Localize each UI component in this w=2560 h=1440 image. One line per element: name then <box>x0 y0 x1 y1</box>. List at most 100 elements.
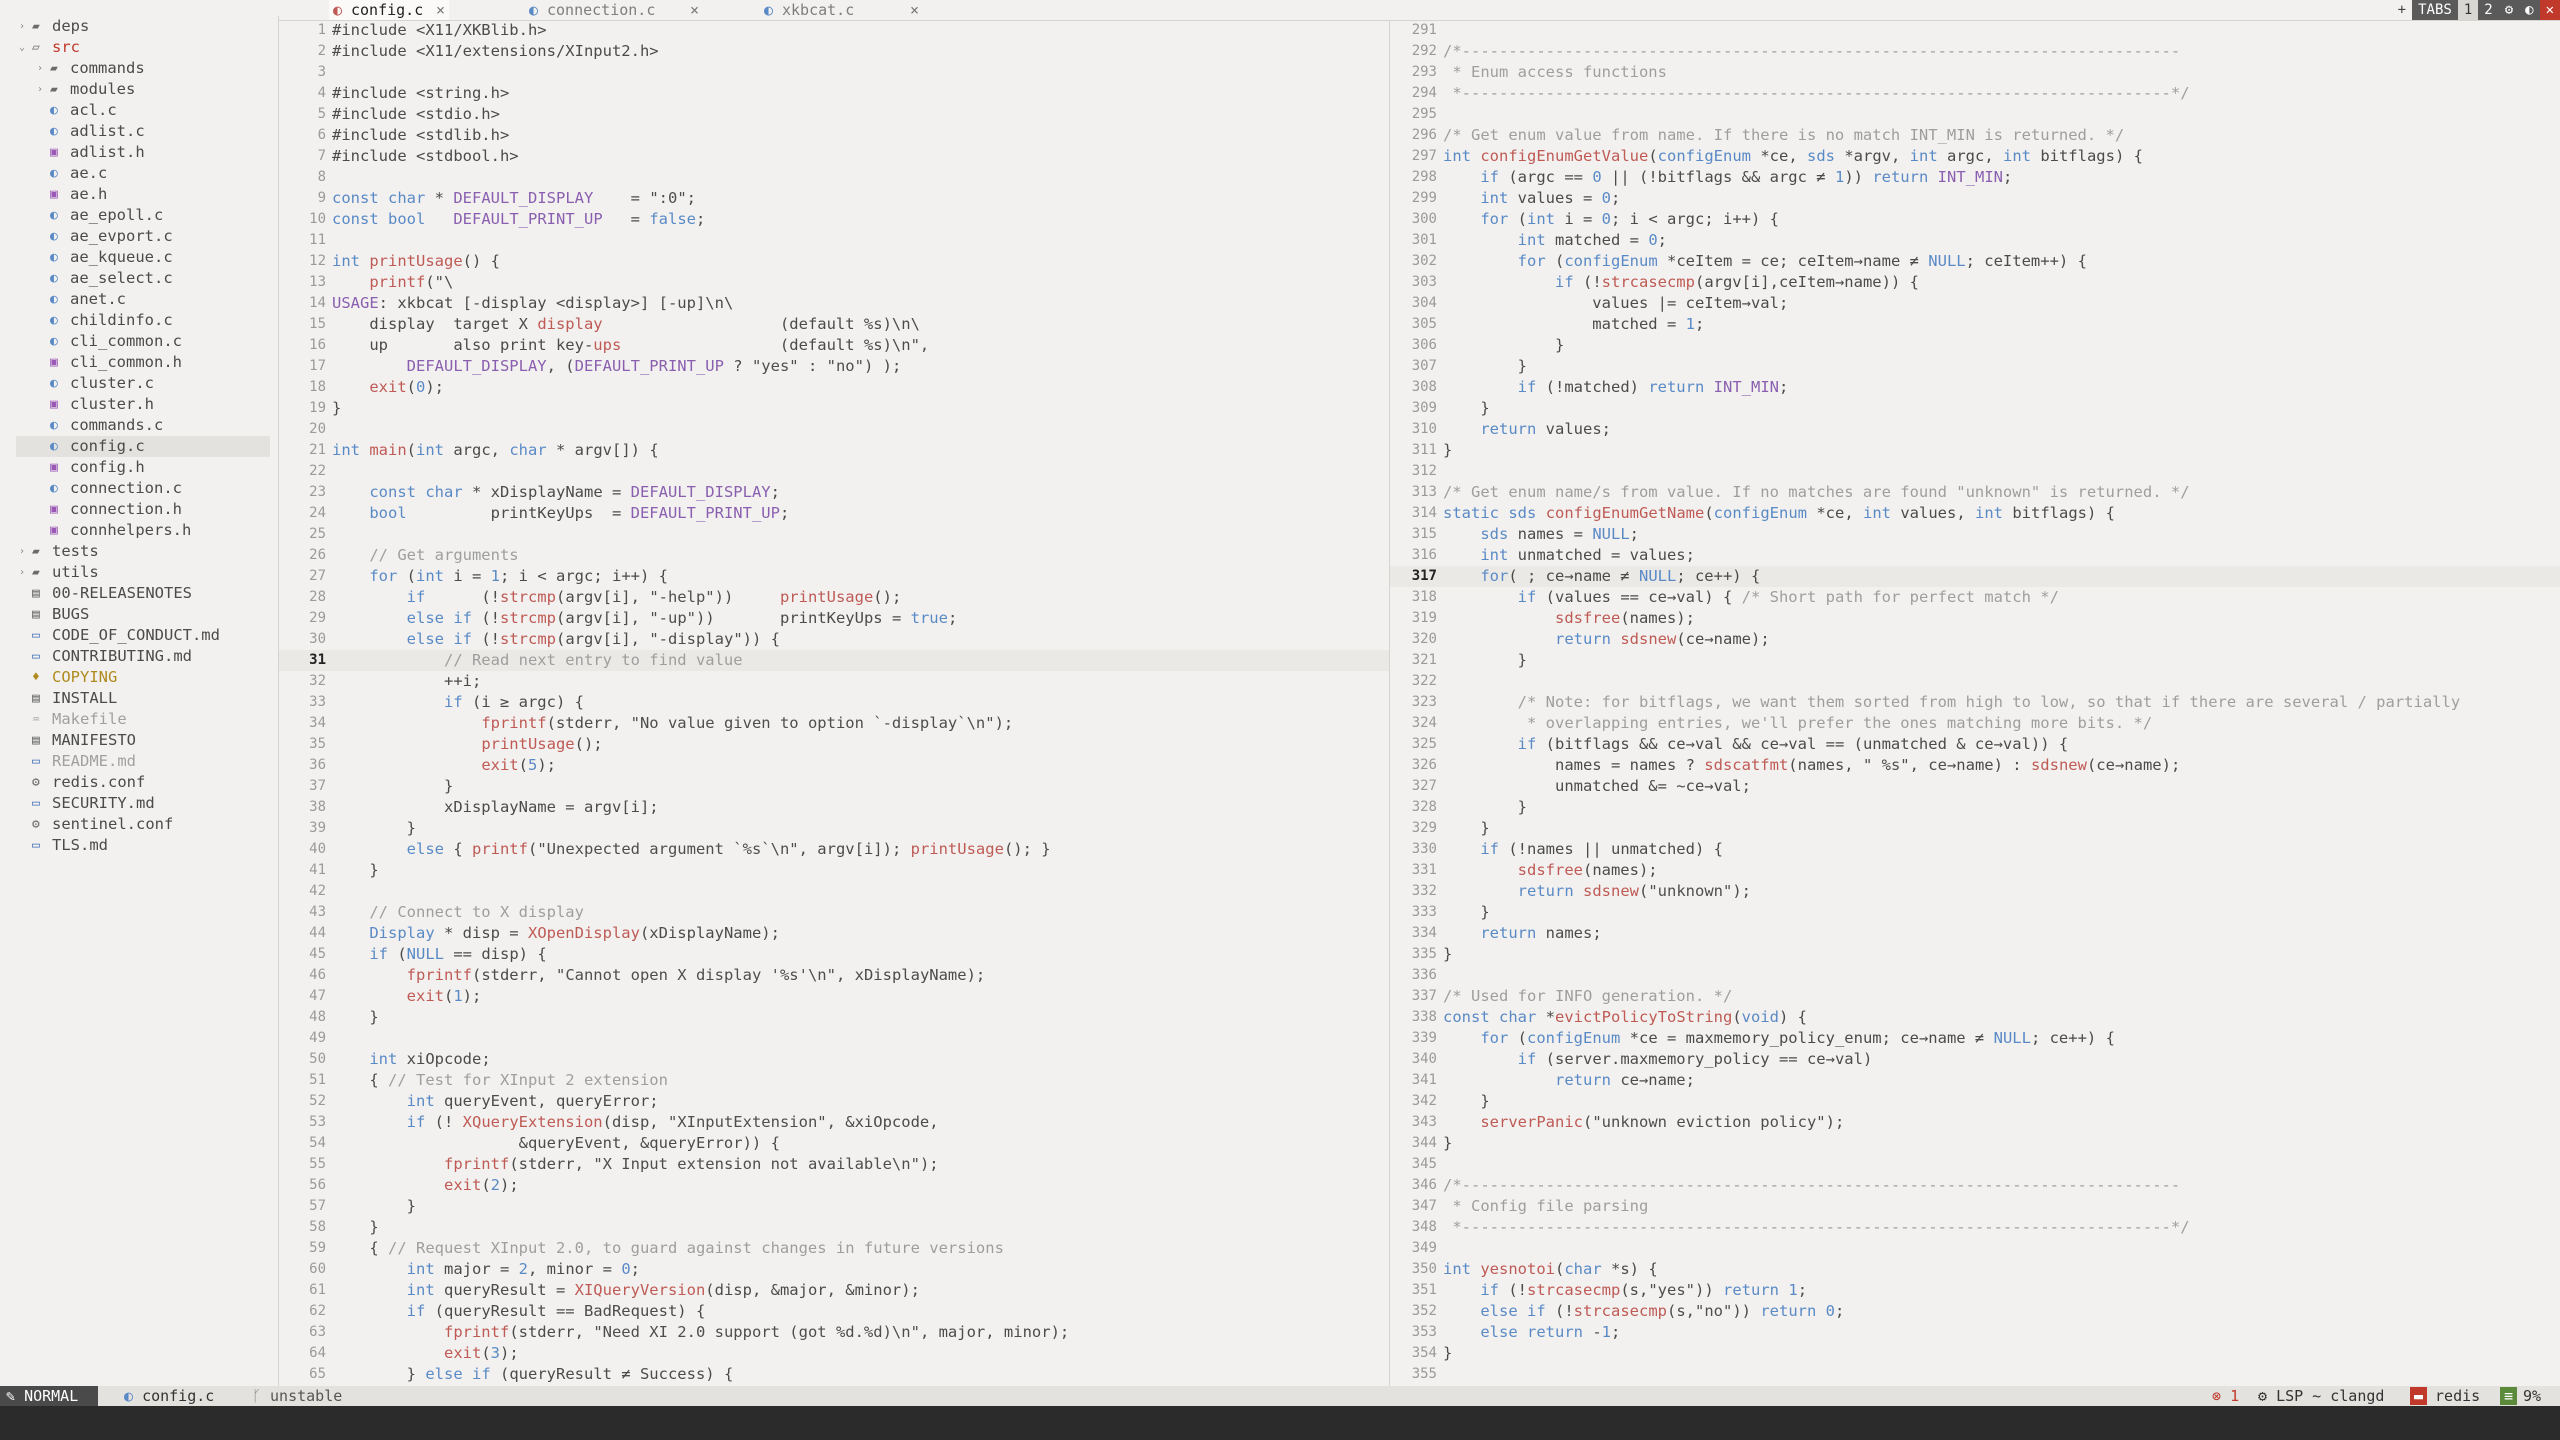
code-line[interactable]: 13 printf("\ <box>279 272 1389 293</box>
code-line[interactable]: 1 #include <X11/XKBlib.h> <box>279 20 1389 41</box>
code-line[interactable]: 353 else return -1; <box>1390 1322 2560 1343</box>
tree-item[interactable]: ◐ anet.c <box>16 289 270 310</box>
tree-item[interactable]: › ▰ utils <box>16 562 270 583</box>
code-line[interactable]: 351 if (!strcasecmp(s,"yes")) return 1; <box>1390 1280 2560 1301</box>
code-line[interactable]: 16 up also print key-ups (default %s)\n"… <box>279 335 1389 356</box>
code-line[interactable]: 28 if (!strcmp(argv[i], "-help")) printU… <box>279 587 1389 608</box>
code-line[interactable]: 303 if (!strcasecmp(argv[i],ceItem→name)… <box>1390 272 2560 293</box>
code-line[interactable]: 12 int printUsage() { <box>279 251 1389 272</box>
code-line[interactable]: 65 } else if (queryResult ≠ Success) { <box>279 1364 1389 1385</box>
chevron-right-icon[interactable]: › <box>16 16 28 37</box>
close-icon[interactable]: × <box>910 0 919 20</box>
code-line[interactable]: 306 } <box>1390 335 2560 356</box>
tree-item[interactable]: ◐ acl.c <box>16 100 270 121</box>
code-line[interactable]: 325 if (bitflags && ce→val && ce→val == … <box>1390 734 2560 755</box>
code-line[interactable]: 19} <box>279 398 1389 419</box>
tab-connection-c[interactable]: ◐ connection.c × <box>529 0 699 20</box>
diagnostics[interactable]: ⊗ 1 <box>2212 1386 2239 1406</box>
code-line[interactable]: 35 printUsage(); <box>279 734 1389 755</box>
chevron-right-icon[interactable]: › <box>34 58 46 79</box>
code-line[interactable]: 327 unmatched &= ~ce→val; <box>1390 776 2560 797</box>
new-tab-button[interactable]: + <box>2392 0 2412 20</box>
tree-item[interactable]: ◐ ae_evport.c <box>16 226 270 247</box>
code-line[interactable]: 7 #include <stdbool.h> <box>279 146 1389 167</box>
code-line[interactable]: 347 * Config file parsing <box>1390 1196 2560 1217</box>
code-line[interactable]: 328 } <box>1390 797 2560 818</box>
code-line[interactable]: 41 } <box>279 860 1389 881</box>
tree-item[interactable]: ◐ config.c <box>16 436 270 457</box>
code-line[interactable]: 345 <box>1390 1154 2560 1175</box>
code-line[interactable]: 340 if (server.maxmemory_policy == ce→va… <box>1390 1049 2560 1070</box>
command-line[interactable] <box>0 1406 2560 1440</box>
code-line[interactable]: 316 int unmatched = values; <box>1390 545 2560 566</box>
code-line[interactable]: 26 // Get arguments <box>279 545 1389 566</box>
code-line[interactable]: 333 } <box>1390 902 2560 923</box>
close-icon[interactable]: × <box>436 0 445 20</box>
code-line[interactable]: 45 if (NULL == disp) { <box>279 944 1389 965</box>
editor-pane-right[interactable]: 291 292 /*--------------------------------… <box>1390 20 2560 1386</box>
code-line[interactable]: 297 int configEnumGetValue(configEnum *ce… <box>1390 146 2560 167</box>
code-line[interactable]: 326 names = names ? sdscatfmt(names, " %… <box>1390 755 2560 776</box>
code-line[interactable]: 302 for (configEnum *ceItem = ce; ceItem… <box>1390 251 2560 272</box>
tree-item[interactable]: ▣ ae.h <box>16 184 270 205</box>
code-line[interactable]: 18 exit(0); <box>279 377 1389 398</box>
code-line[interactable]: 317 for( ; ce→name ≠ NULL; ce++) { <box>1390 566 2560 587</box>
code-line[interactable]: 294 *-----------------------------------… <box>1390 83 2560 104</box>
tree-item[interactable]: ▤ INSTALL <box>16 688 270 709</box>
code-line[interactable]: 344} <box>1390 1133 2560 1154</box>
code-line[interactable]: 301 int matched = 0; <box>1390 230 2560 251</box>
tree-item[interactable]: ▣ config.h <box>16 457 270 478</box>
tree-item[interactable]: ⚙ redis.conf <box>16 772 270 793</box>
tree-item[interactable]: ▣ cluster.h <box>16 394 270 415</box>
tree-item[interactable]: › ▰ modules <box>16 79 270 100</box>
tree-item[interactable]: ▤ BUGS <box>16 604 270 625</box>
tree-item[interactable]: ◐ cli_common.c <box>16 331 270 352</box>
code-line[interactable]: 292 /*-----------------------------------… <box>1390 41 2560 62</box>
code-line[interactable]: 47 exit(1); <box>279 986 1389 1007</box>
code-line[interactable]: 343 serverPanic("unknown eviction policy… <box>1390 1112 2560 1133</box>
code-line[interactable]: 314 static sds configEnumGetName(configEn… <box>1390 503 2560 524</box>
code-line[interactable]: 313 /* Get enum name/s from value. If no … <box>1390 482 2560 503</box>
code-line[interactable]: 38 xDisplayName = argv[i]; <box>279 797 1389 818</box>
code-line[interactable]: 319 sdsfree(names); <box>1390 608 2560 629</box>
code-line[interactable]: 34 fprintf(stderr, "No value given to op… <box>279 713 1389 734</box>
code-line[interactable]: 9 const char * DEFAULT_DISPLAY = ":0"; <box>279 188 1389 209</box>
code-line[interactable]: 324 * overlapping entries, we'll prefer … <box>1390 713 2560 734</box>
code-line[interactable]: 11 <box>279 230 1389 251</box>
code-line[interactable]: 56 exit(2); <box>279 1175 1389 1196</box>
code-line[interactable]: 4 #include <string.h> <box>279 83 1389 104</box>
code-line[interactable]: 354} <box>1390 1343 2560 1364</box>
code-line[interactable]: 310 return values; <box>1390 419 2560 440</box>
code-line[interactable]: 31 // Read next entry to find value <box>279 650 1389 671</box>
close-icon[interactable]: × <box>690 0 699 20</box>
code-line[interactable]: 296 /* Get enum value from name. If there… <box>1390 125 2560 146</box>
tree-item[interactable]: ◐ adlist.c <box>16 121 270 142</box>
code-line[interactable]: 311} <box>1390 440 2560 461</box>
code-line[interactable]: 46 fprintf(stderr, "Cannot open X displa… <box>279 965 1389 986</box>
code-line[interactable]: 6 #include <stdlib.h> <box>279 125 1389 146</box>
code-line[interactable]: 315 sds names = NULL; <box>1390 524 2560 545</box>
code-line[interactable]: 17 DEFAULT_DISPLAY, (DEFAULT_PRINT_UP ? … <box>279 356 1389 377</box>
tree-item[interactable]: ⌄ ▱ src <box>16 37 270 58</box>
code-line[interactable]: 295 <box>1390 104 2560 125</box>
tree-item[interactable]: ⚙ sentinel.conf <box>16 814 270 835</box>
code-line[interactable]: 48 } <box>279 1007 1389 1028</box>
code-line[interactable]: 25 <box>279 524 1389 545</box>
chevron-down-icon[interactable]: ⌄ <box>16 37 28 58</box>
tree-item[interactable]: ▣ adlist.h <box>16 142 270 163</box>
tree-item[interactable]: ▭ README.md <box>16 751 270 772</box>
code-line[interactable]: 323 /* Note: for bitflags, we want them … <box>1390 692 2560 713</box>
code-line[interactable]: 299 int values = 0; <box>1390 188 2560 209</box>
tab-number-1[interactable]: 1 <box>2457 0 2479 20</box>
code-line[interactable]: 32 ++i; <box>279 671 1389 692</box>
code-line[interactable]: 29 else if (!strcmp(argv[i], "-up")) pri… <box>279 608 1389 629</box>
code-line[interactable]: 3 <box>279 62 1389 83</box>
code-line[interactable]: 349 <box>1390 1238 2560 1259</box>
tree-item[interactable]: ▣ cli_common.h <box>16 352 270 373</box>
code-line[interactable]: 40 else { printf("Unexpected argument `%… <box>279 839 1389 860</box>
code-line[interactable]: 49 <box>279 1028 1389 1049</box>
chevron-right-icon[interactable]: › <box>16 562 28 583</box>
tree-item[interactable]: ◐ ae_kqueue.c <box>16 247 270 268</box>
code-line[interactable]: 15 display target X display (default %s)… <box>279 314 1389 335</box>
tree-item[interactable]: ◐ ae.c <box>16 163 270 184</box>
